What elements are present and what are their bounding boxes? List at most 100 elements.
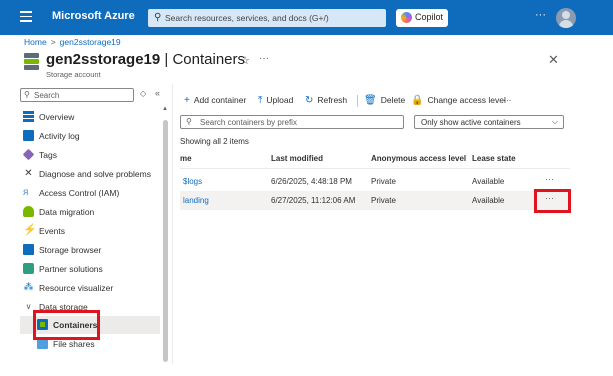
search-icon: ⚲: [154, 12, 162, 23]
add-container-label: Add container: [193, 95, 247, 105]
copilot-button[interactable]: Copilot: [396, 9, 448, 27]
sidebar-divider: [172, 84, 173, 364]
access-level-cell: Private: [371, 196, 396, 205]
active-containers-dropdown[interactable]: Only show active containers ⌵: [414, 115, 564, 129]
container-search-input[interactable]: [200, 116, 400, 128]
sidebar-item-label: Resource visualizer: [39, 283, 114, 293]
sidebar-item-label: Diagnose and solve problems: [39, 169, 151, 179]
hamburger-menu-icon[interactable]: [20, 11, 32, 22]
people-icon: ᴙ: [23, 187, 29, 198]
sidebar-item-partner-solutions[interactable]: Partner solutions: [20, 260, 160, 278]
column-header-name[interactable]: me: [180, 154, 192, 163]
toolbar-divider: [357, 95, 358, 107]
containers-highlight: [33, 310, 100, 340]
breadcrumb: Home > gen2sstorage19: [24, 37, 121, 47]
resource-visualizer-icon: ⁂: [23, 282, 34, 293]
scrollbar-thumb[interactable]: [163, 120, 168, 362]
sidebar-item-label: Overview: [39, 112, 75, 122]
global-search[interactable]: ⚲: [148, 9, 386, 27]
sidebar-item-label: Partner solutions: [39, 264, 103, 274]
wrench-icon: ✕: [24, 168, 33, 179]
add-container-button[interactable]: + Add container: [184, 95, 246, 107]
sidebar-item-label: Storage browser: [39, 245, 102, 255]
sidebar-item-events[interactable]: ⚡ Events: [20, 222, 160, 240]
global-search-input[interactable]: [165, 10, 380, 26]
sidebar-item-resource-visualizer[interactable]: ⁂ Resource visualizer: [20, 279, 160, 297]
lease-state-cell: Available: [472, 177, 505, 186]
lease-state-cell: Available: [472, 196, 505, 205]
scroll-up-icon[interactable]: ▲: [162, 106, 168, 112]
row-more-highlight: [534, 189, 571, 213]
sidebar-item-label: Events: [39, 226, 65, 236]
sidebar-item-diagnose[interactable]: ✕ Diagnose and solve problems: [20, 165, 160, 183]
search-icon: ⚲: [24, 90, 30, 99]
copilot-icon: [401, 12, 412, 23]
sidebar-item-data-migration[interactable]: Data migration: [20, 203, 160, 221]
sidebar-item-overview[interactable]: Overview: [20, 108, 160, 126]
page-name: | Containers: [164, 51, 246, 68]
item-count: Showing all 2 items: [180, 137, 249, 146]
storage-browser-icon: [23, 244, 34, 255]
storage-account-icon: [24, 53, 39, 71]
brand-name[interactable]: Microsoft Azure: [52, 10, 135, 22]
close-icon[interactable]: ✕: [548, 52, 559, 68]
column-header-access-level[interactable]: Anonymous access level: [371, 154, 466, 163]
data-migration-icon: [23, 206, 34, 217]
favorite-star-icon[interactable]: ☆: [240, 54, 250, 67]
change-access-level-button[interactable]: 🔒 Change access level: [411, 95, 506, 107]
breadcrumb-home[interactable]: Home: [24, 37, 47, 47]
partner-solutions-icon: [23, 263, 34, 274]
trash-icon: 🗑: [364, 95, 377, 106]
breadcrumb-resource[interactable]: gen2sstorage19: [60, 37, 121, 47]
refresh-label: Refresh: [317, 95, 348, 105]
page-title: gen2sstorage19 | Containers: [46, 51, 245, 68]
collapse-sidebar-icon[interactable]: «: [155, 88, 160, 98]
last-modified-cell: 6/26/2025, 4:48:18 PM: [271, 177, 352, 186]
container-name-link[interactable]: landing: [183, 196, 209, 205]
change-access-level-label: Change access level: [427, 95, 506, 105]
more-icon: ···: [503, 95, 512, 105]
toolbar-more-button[interactable]: ···: [503, 95, 512, 107]
plus-icon: +: [184, 95, 190, 106]
dropdown-value: Only show active containers: [421, 118, 521, 127]
table-row[interactable]: $logs 6/26/2025, 4:48:18 PM Private Avai…: [180, 172, 570, 191]
refresh-icon: ↻: [305, 95, 314, 106]
sidebar-search[interactable]: ⚲: [20, 88, 134, 102]
column-header-lease-state[interactable]: Lease state: [472, 154, 516, 163]
breadcrumb-separator: >: [50, 37, 56, 47]
delete-button[interactable]: 🗑 Delete: [364, 95, 405, 107]
top-bar: Microsoft Azure ⚲ Copilot ···: [0, 0, 613, 35]
overview-icon: [23, 111, 34, 122]
chevron-down-icon: ⌵: [551, 117, 558, 126]
sidebar-search-input[interactable]: [34, 89, 132, 101]
access-level-cell: Private: [371, 177, 396, 186]
sidebar-item-activity-log[interactable]: Activity log: [20, 127, 160, 145]
sidebar-item-access-control[interactable]: ᴙ Access Control (IAM): [20, 184, 160, 202]
avatar[interactable]: [556, 8, 576, 28]
resource-name: gen2sstorage19: [46, 51, 161, 68]
lightning-icon: ⚡: [23, 224, 37, 236]
sidebar-item-label: Tags: [39, 150, 57, 160]
copilot-label: Copilot: [415, 12, 444, 22]
sidebar-item-tags[interactable]: Tags: [20, 146, 160, 164]
sidebar-options-icon[interactable]: ◇: [140, 89, 146, 98]
sidebar-item-label: Activity log: [39, 131, 80, 141]
sidebar-scrollbar[interactable]: ▲: [162, 106, 168, 362]
header-divider: [180, 168, 570, 169]
column-header-last-modified[interactable]: Last modified: [271, 154, 323, 163]
title-more-icon[interactable]: ···: [259, 53, 269, 64]
upload-button[interactable]: ⤒ Upload: [258, 95, 293, 107]
refresh-button[interactable]: ↻ Refresh: [305, 95, 347, 107]
last-modified-cell: 6/27/2025, 11:12:06 AM: [271, 196, 356, 205]
upload-icon: ⤒: [258, 95, 263, 106]
sidebar-item-label: Data migration: [39, 207, 95, 217]
container-name-link[interactable]: $logs: [183, 177, 202, 186]
table-row[interactable]: landing 6/27/2025, 11:12:06 AM Private A…: [180, 191, 570, 210]
row-more-icon[interactable]: ···: [545, 174, 554, 184]
sidebar-item-storage-browser[interactable]: Storage browser: [20, 241, 160, 259]
delete-label: Delete: [380, 95, 406, 105]
container-search[interactable]: ⚲: [180, 115, 404, 129]
activity-log-icon: [23, 130, 34, 141]
sidebar-item-label: Access Control (IAM): [39, 188, 120, 198]
more-icon[interactable]: ···: [535, 9, 546, 21]
